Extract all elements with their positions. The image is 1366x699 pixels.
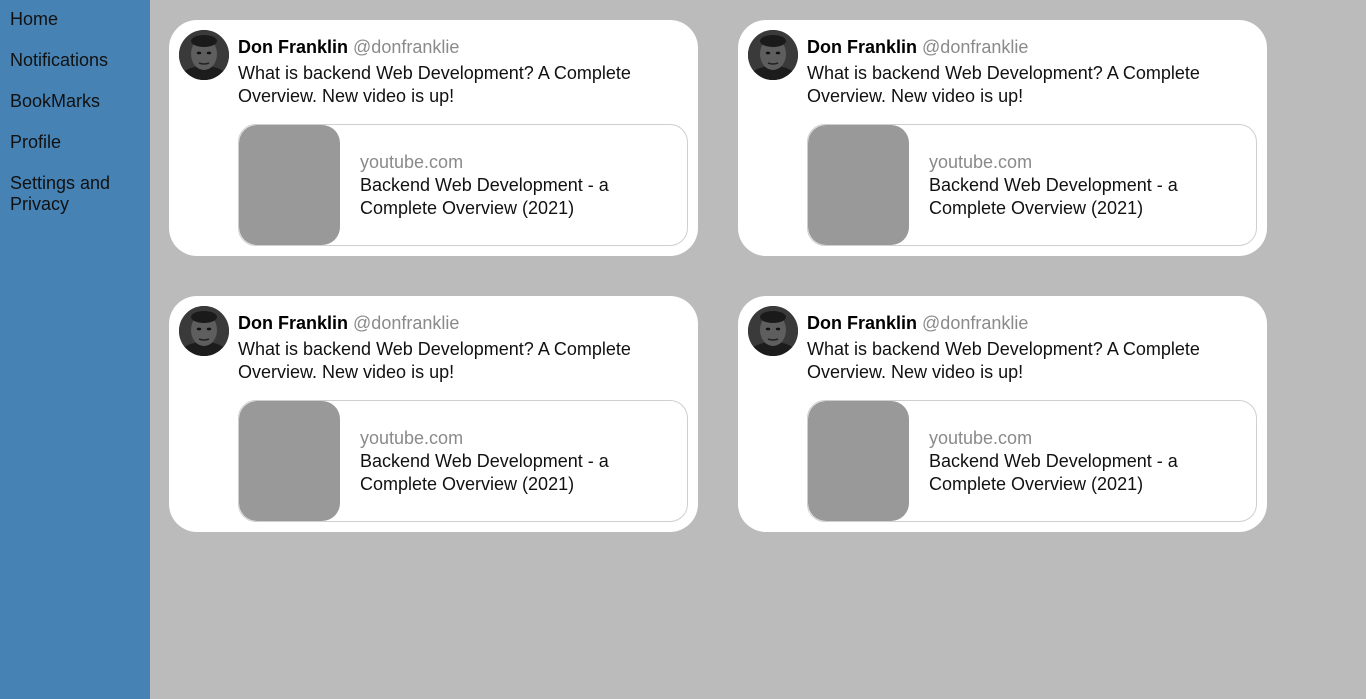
- tweet-text: What is backend Web Development? A Compl…: [807, 63, 1200, 106]
- link-domain: youtube.com: [360, 428, 464, 448]
- sidebar-item-settings-and-privacy[interactable]: Settings and Privacy: [0, 173, 140, 215]
- avatar-photo-icon: [748, 30, 798, 80]
- link-title: Backend Web Development - a Complete Ove…: [929, 451, 1178, 494]
- tweet-text: What is backend Web Development? A Compl…: [238, 339, 631, 382]
- link-domain: youtube.com: [929, 428, 1033, 448]
- author-handle[interactable]: @donfranklie: [353, 37, 459, 57]
- link-title: Backend Web Development - a Complete Ove…: [360, 175, 609, 218]
- author-name[interactable]: Don Franklin: [807, 313, 917, 333]
- tweet-header: Don Franklin @donfranklie: [238, 313, 459, 334]
- tweet-card: Don Franklin @donfranklie What is backen…: [169, 20, 698, 256]
- sidebar: Home Notifications BookMarks Profile Set…: [0, 0, 150, 699]
- sidebar-item-profile[interactable]: Profile: [0, 132, 71, 153]
- link-preview-card[interactable]: youtube.com Backend Web Development - a …: [238, 124, 688, 246]
- link-thumbnail: [808, 125, 909, 245]
- avatar[interactable]: [179, 30, 229, 80]
- avatar[interactable]: [748, 306, 798, 356]
- author-name[interactable]: Don Franklin: [807, 37, 917, 57]
- link-thumbnail: [808, 401, 909, 521]
- link-title: Backend Web Development - a Complete Ove…: [929, 175, 1178, 218]
- avatar-photo-icon: [179, 30, 229, 80]
- tweet-text: What is backend Web Development? A Compl…: [238, 63, 631, 106]
- link-preview-card[interactable]: youtube.com Backend Web Development - a …: [238, 400, 688, 522]
- tweet-header: Don Franklin @donfranklie: [807, 37, 1028, 58]
- tweet-header: Don Franklin @donfranklie: [238, 37, 459, 58]
- author-handle[interactable]: @donfranklie: [922, 313, 1028, 333]
- tweet-card: Don Franklin @donfranklie What is backen…: [738, 20, 1267, 256]
- link-domain: youtube.com: [929, 152, 1033, 172]
- sidebar-item-bookmarks[interactable]: BookMarks: [0, 91, 110, 112]
- tweet-card: Don Franklin @donfranklie What is backen…: [738, 296, 1267, 532]
- link-preview-card[interactable]: youtube.com Backend Web Development - a …: [807, 400, 1257, 522]
- avatar[interactable]: [748, 30, 798, 80]
- link-thumbnail: [239, 125, 340, 245]
- link-title: Backend Web Development - a Complete Ove…: [360, 451, 609, 494]
- sidebar-item-home[interactable]: Home: [0, 9, 68, 30]
- link-domain: youtube.com: [360, 152, 464, 172]
- link-thumbnail: [239, 401, 340, 521]
- avatar-photo-icon: [179, 306, 229, 356]
- link-preview-card[interactable]: youtube.com Backend Web Development - a …: [807, 124, 1257, 246]
- avatar[interactable]: [179, 306, 229, 356]
- author-name[interactable]: Don Franklin: [238, 37, 348, 57]
- tweet-card: Don Franklin @donfranklie What is backen…: [169, 296, 698, 532]
- author-name[interactable]: Don Franklin: [238, 313, 348, 333]
- tweet-header: Don Franklin @donfranklie: [807, 313, 1028, 334]
- avatar-photo-icon: [748, 306, 798, 356]
- tweet-text: What is backend Web Development? A Compl…: [807, 339, 1200, 382]
- author-handle[interactable]: @donfranklie: [922, 37, 1028, 57]
- sidebar-item-notifications[interactable]: Notifications: [0, 50, 118, 71]
- author-handle[interactable]: @donfranklie: [353, 313, 459, 333]
